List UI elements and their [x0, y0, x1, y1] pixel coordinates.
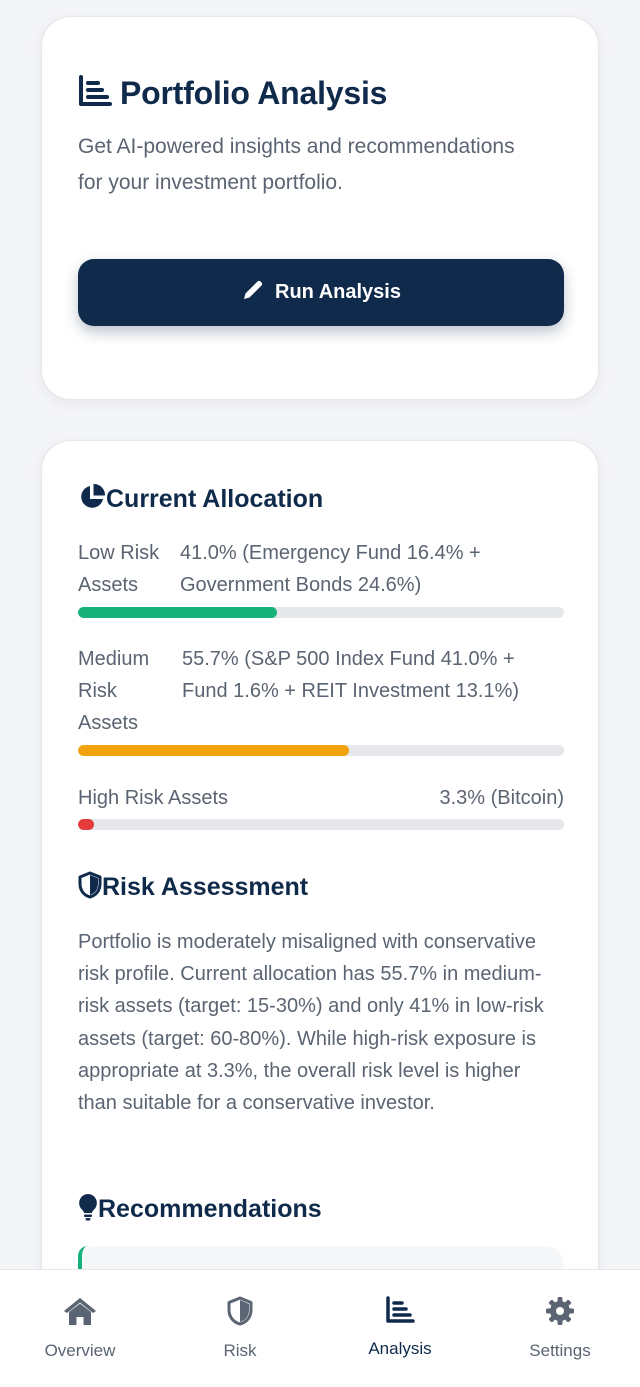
nav-label: Analysis [368, 1339, 432, 1358]
gear-icon [545, 1296, 575, 1331]
nav-label: Overview [44, 1341, 116, 1360]
allocation-value: 41.0% (Emergency Fund 16.4% + Government… [180, 542, 481, 596]
allocation-row-high-risk: High Risk Assets 3.3% (Bitcoin) [78, 782, 564, 814]
risk-assessment-text: Portfolio is moderately misaligned with … [78, 931, 544, 1115]
allocation-bar-fill [78, 607, 278, 618]
allocation-row-medium-risk: Medium Risk Assets 55.7% (S&P 500 Index … [78, 643, 564, 739]
risk-assessment-title: Risk Assessment [102, 873, 309, 901]
nav-item-analysis[interactable]: Analysis [320, 1270, 480, 1387]
recommendations-header: Recommendations [78, 1193, 564, 1226]
allocation-row-low-risk: Low Risk Assets 41.0% (Emergency Fund 16… [78, 537, 564, 601]
allocation-label: Low Risk Assets [78, 542, 160, 596]
shield-icon [227, 1296, 253, 1331]
allocation-bar-fill [78, 745, 349, 756]
current-allocation-title: Current Allocation [106, 485, 324, 513]
analysis-description: Get AI-powered insights and recommendati… [78, 135, 515, 194]
run-analysis-label: Run Analysis [275, 281, 401, 303]
run-analysis-button[interactable]: Run Analysis [78, 259, 564, 326]
allocation-value: 3.3% (Bitcoin) [439, 787, 565, 809]
portfolio-analysis-header: Portfolio Analysis [78, 75, 387, 112]
recommendations-title: Recommendations [98, 1195, 322, 1223]
lightbulb-icon [78, 1193, 98, 1226]
risk-assessment-header: Risk Assessment [78, 871, 564, 904]
bottom-nav: Overview Risk Analysis Settings [0, 1269, 640, 1387]
app-screen: Portfolio Analysis Get AI-powered insigh… [0, 0, 640, 1387]
nav-label: Settings [529, 1341, 591, 1360]
allocation-bar-high-risk [78, 819, 564, 830]
allocation-value: 55.7% (S&P 500 Index Fund 41.0% + Fund 1… [182, 648, 520, 702]
nav-item-overview[interactable]: Overview [0, 1270, 160, 1387]
insights-card: Current Allocation Low Risk Assets 41.0%… [41, 440, 599, 1387]
nav-label: Risk [223, 1341, 257, 1360]
allocation-label: Medium Risk Assets [78, 648, 150, 734]
allocation-bar-low-risk [78, 607, 564, 618]
shield-icon [78, 871, 102, 904]
current-allocation-header: Current Allocation [78, 483, 564, 516]
home-icon [63, 1296, 97, 1331]
pencil-icon [241, 278, 265, 307]
nav-item-risk[interactable]: Risk [160, 1270, 320, 1387]
allocation-label: High Risk Assets [78, 787, 229, 809]
chart-icon [385, 1296, 415, 1329]
page-title: Portfolio Analysis [120, 75, 388, 111]
portfolio-analysis-card: Portfolio Analysis Get AI-powered insigh… [41, 16, 599, 400]
nav-item-settings[interactable]: Settings [480, 1270, 640, 1387]
pie-chart-icon [78, 483, 106, 516]
allocation-bar-fill [78, 819, 95, 830]
chart-icon [78, 75, 120, 112]
allocation-bar-medium-risk [78, 745, 564, 756]
